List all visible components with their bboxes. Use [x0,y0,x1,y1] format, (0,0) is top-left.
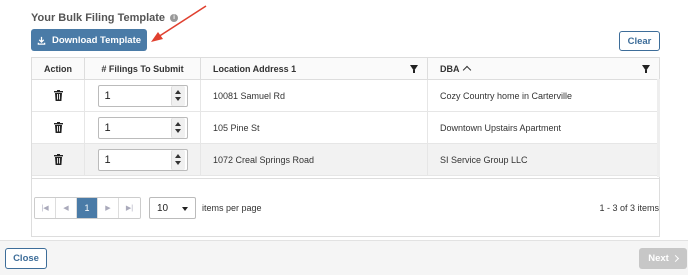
table-row: 105 Pine St Downtown Upstairs Apartment [32,112,659,144]
pagination-controls: |◀ ◀ 1 ▶ ▶| [34,197,141,219]
close-button[interactable]: Close [5,248,47,269]
column-header-address-label: Location Address 1 [213,63,297,74]
increment-icon[interactable] [175,154,181,158]
dba-cell: SI Service Group LLC [440,154,528,165]
trash-icon[interactable] [53,90,63,101]
page-size-value: 10 [157,202,169,214]
page-number-button[interactable]: 1 [77,198,98,218]
action-cell [32,144,85,175]
column-header-filings-label: # Filings To Submit [101,63,184,74]
address-cell: 105 Pine St [201,112,428,143]
column-header-filings[interactable]: # Filings To Submit [85,58,201,79]
increment-icon[interactable] [175,122,181,126]
quantity-stepper[interactable] [97,116,188,139]
last-page-button[interactable]: ▶| [119,198,140,218]
column-header-action-label: Action [44,63,72,74]
table-row: 1072 Creal Springs Road SI Service Group… [32,144,659,176]
decrement-icon[interactable] [175,161,181,165]
filings-cell [85,144,201,175]
filings-cell [85,112,201,143]
action-cell [32,112,85,143]
address-cell: 1072 Creal Springs Road [201,144,428,175]
address-cell: 10081 Samuel Rd [201,80,428,111]
decrement-icon[interactable] [175,129,181,133]
annotation-arrow [151,5,207,42]
increment-icon[interactable] [175,90,181,94]
column-header-action: Action [32,58,85,79]
column-header-dba-label: DBA [440,63,460,74]
pagination-bar: |◀ ◀ 1 ▶ ▶| 10 items per page 1 - 3 of 3… [31,178,660,237]
download-template-button[interactable]: Download Template [31,29,147,51]
table-row: 10081 Samuel Rd Cozy Country home in Car… [32,80,659,112]
next-page-icon: ▶ [105,205,111,212]
next-button[interactable]: Next [639,248,687,269]
column-header-dba[interactable]: DBA [428,58,659,79]
next-page-button[interactable]: ▶ [98,198,119,218]
clear-button[interactable]: Clear [619,31,660,51]
grid-header: Action # Filings To Submit Location Addr… [32,58,659,80]
last-page-icon: ▶| [125,205,134,212]
filings-cell [85,80,201,111]
chevron-right-icon [671,254,679,263]
next-button-label: Next [648,253,669,264]
prev-page-icon: ◀ [63,205,69,212]
filings-input[interactable] [98,149,169,170]
spinner[interactable] [170,117,185,138]
filter-icon[interactable] [410,65,418,73]
trash-icon[interactable] [53,154,63,165]
download-icon [37,36,46,45]
dba-cell: Cozy Country home in Carterville [440,90,573,101]
action-cell [32,80,85,111]
bulk-filing-page: Your Bulk Filing Template i Download Tem… [0,0,688,275]
trash-icon[interactable] [53,122,63,133]
quantity-stepper[interactable] [97,84,188,107]
quantity-stepper[interactable] [97,148,188,171]
section-title-text: Your Bulk Filing Template [31,12,166,24]
items-per-page-label: items per page [202,203,262,213]
decrement-icon[interactable] [175,97,181,101]
dba-cell: Downtown Upstairs Apartment [440,122,562,133]
pagination-range: 1 - 3 of 3 items [599,203,659,213]
sort-ascending-icon [462,65,471,75]
chevron-down-icon [182,207,188,211]
first-page-button[interactable]: |◀ [35,198,56,218]
spinner[interactable] [170,85,185,106]
filings-input[interactable] [98,117,169,138]
spinner[interactable] [170,149,185,170]
download-template-label: Download Template [51,34,142,46]
filter-icon[interactable] [642,65,650,73]
prev-page-button[interactable]: ◀ [56,198,77,218]
dialog-footer: Close Next [0,240,688,275]
filings-input[interactable] [98,85,169,106]
filings-grid: Action # Filings To Submit Location Addr… [31,57,660,178]
first-page-icon: |◀ [41,205,49,212]
page-size-select[interactable]: 10 [149,197,196,219]
grid-scrollbar[interactable] [657,79,660,177]
column-header-address[interactable]: Location Address 1 [201,58,428,79]
